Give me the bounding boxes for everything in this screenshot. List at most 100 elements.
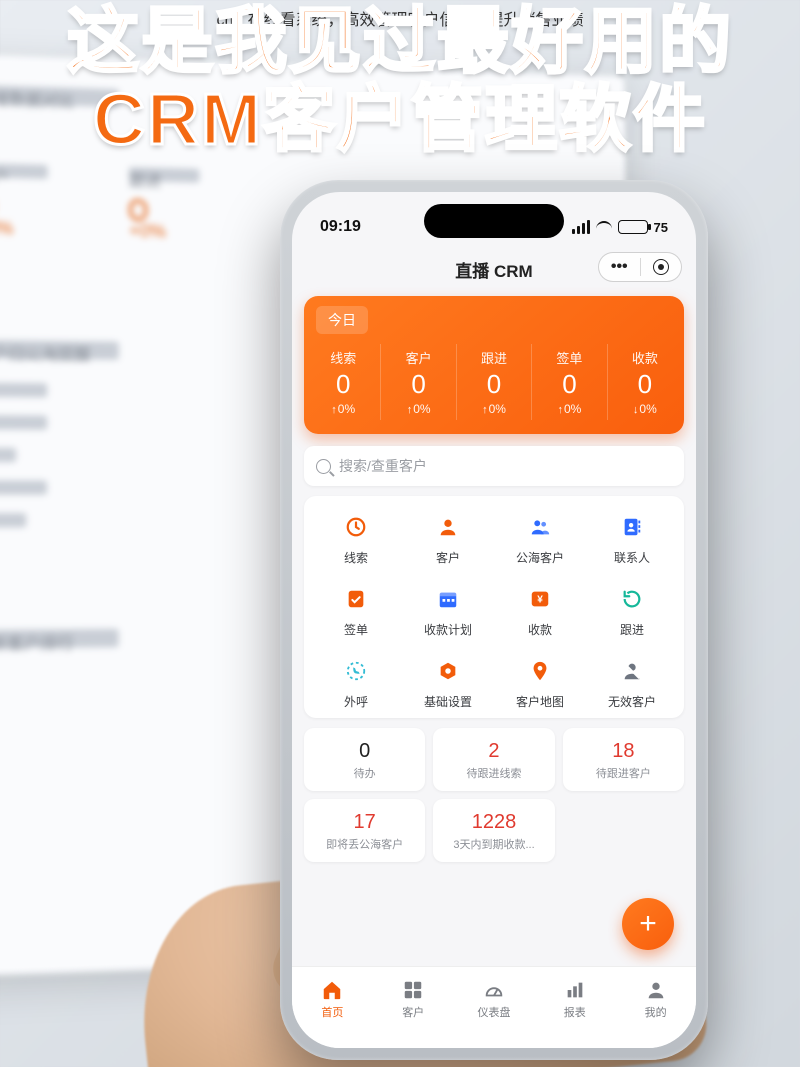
customer-icon — [431, 510, 465, 544]
stat-tile-3[interactable]: 17 即将丢公海客户 — [304, 799, 425, 862]
stat-tile-0[interactable]: 0 待办 — [304, 728, 425, 791]
tab-label: 首页 — [321, 1004, 343, 1020]
search-bar[interactable]: 搜索/查重客户 — [304, 446, 684, 486]
app-followup[interactable]: 跟进 — [586, 582, 678, 638]
capsule-menu-icon[interactable]: ••• — [599, 262, 640, 272]
app-label: 收款计划 — [402, 621, 494, 638]
signal-icon — [572, 220, 590, 234]
app-label: 外呼 — [310, 693, 402, 710]
summary-value: 0 — [306, 369, 380, 400]
dashboard-icon — [483, 979, 505, 1001]
summary-label: 客户 — [381, 348, 455, 367]
summary-col-2[interactable]: 跟进 0 ↑0% — [456, 344, 531, 420]
summary-col-0[interactable]: 线索 0 ↑0% — [306, 344, 380, 420]
fab-add-button[interactable]: + — [622, 898, 674, 950]
app-pool[interactable]: 公海客户 — [494, 510, 586, 566]
summary-label: 收款 — [608, 348, 682, 367]
today-summary-card: 今日 线索 0 ↑0%客户 0 ↑0%跟进 0 ↑0%签单 0 ↑0%收款 0 … — [304, 296, 684, 434]
capsule-close-icon[interactable] — [641, 259, 682, 275]
deal-icon — [339, 582, 373, 616]
summary-value: 0 — [381, 369, 455, 400]
tile-number: 1228 — [437, 811, 550, 834]
call-icon — [339, 654, 373, 688]
payment-plan-icon — [431, 582, 465, 616]
app-call[interactable]: 外呼 — [310, 654, 402, 710]
bottom-tab-bar: 首页 客户 仪表盘 报表 我的 — [292, 966, 696, 1048]
tile-caption: 待跟进线索 — [437, 765, 550, 781]
summary-label: 线索 — [306, 348, 380, 367]
plus-icon: + — [639, 907, 657, 941]
today-tab[interactable]: 今日 — [316, 306, 368, 334]
summary-value: 0 — [457, 369, 531, 400]
app-label: 客户 — [402, 549, 494, 566]
tab-me[interactable]: 我的 — [615, 967, 696, 1032]
app-label: 基础设置 — [402, 693, 494, 710]
miniprogram-capsule[interactable]: ••• — [598, 252, 682, 282]
dynamic-island — [424, 204, 564, 238]
tab-label: 客户 — [402, 1004, 424, 1020]
summary-col-1[interactable]: 客户 0 ↑0% — [380, 344, 455, 420]
map-icon — [523, 654, 557, 688]
app-invalid[interactable]: 无效客户 — [586, 654, 678, 710]
phone-screen: 09:19 75 直播 CRM ••• 今日 线索 0 ↑0%客户 0 ↑0%跟… — [292, 192, 696, 1048]
tab-customers[interactable]: 客户 — [373, 967, 454, 1032]
summary-pct: ↑0% — [306, 402, 380, 416]
app-label: 签单 — [310, 621, 402, 638]
payment-icon: ¥ — [523, 582, 557, 616]
app-grid: 线索 客户 公海客户 联系人 签单 收款计划¥ 收款 跟进 外呼 基础设置 客户… — [304, 496, 684, 718]
bg-section2: 客户归公海提醒 — [0, 340, 119, 360]
search-placeholder: 搜索/查重客户 — [339, 456, 427, 476]
tab-report[interactable]: 报表 — [534, 967, 615, 1032]
app-settings[interactable]: 基础设置 — [402, 654, 494, 710]
summary-label: 签单 — [532, 348, 606, 367]
app-map[interactable]: 客户地图 — [494, 654, 586, 710]
app-label: 线索 — [310, 549, 402, 566]
app-label: 公海客户 — [494, 549, 586, 566]
tile-number: 17 — [308, 811, 421, 834]
tab-dashboard[interactable]: 仪表盘 — [454, 967, 535, 1032]
miniprogram-header: 直播 CRM ••• — [292, 248, 696, 290]
app-payment-plan[interactable]: 收款计划 — [402, 582, 494, 638]
app-payment[interactable]: ¥ 收款 — [494, 582, 586, 638]
stat-tile-1[interactable]: 2 待跟进线索 — [433, 728, 554, 791]
app-deal[interactable]: 签单 — [310, 582, 402, 638]
tile-number: 0 — [308, 740, 421, 763]
stat-tile-4[interactable]: 1228 3天内到期收款... — [433, 799, 554, 862]
stat-tile-2[interactable]: 18 待跟进客户 — [563, 728, 684, 791]
app-label: 联系人 — [586, 549, 678, 566]
tab-label: 我的 — [645, 1004, 667, 1020]
bg-section3: 最新客户排行 — [0, 629, 119, 649]
battery-icon — [618, 220, 648, 234]
summary-pct: ↑0% — [532, 402, 606, 416]
status-time: 09:19 — [320, 218, 361, 236]
me-icon — [645, 979, 667, 1001]
tile-caption: 3天内到期收款... — [437, 836, 550, 852]
tab-label: 仪表盘 — [477, 1004, 510, 1020]
tab-label: 报表 — [564, 1004, 586, 1020]
summary-col-4[interactable]: 收款 0 ↓0% — [607, 344, 682, 420]
battery-text: 75 — [654, 220, 668, 235]
summary-col-3[interactable]: 签单 0 ↑0% — [531, 344, 606, 420]
contact-icon — [615, 510, 649, 544]
tile-caption: 即将丢公海客户 — [308, 836, 421, 852]
tile-number: 18 — [567, 740, 680, 763]
quick-stats: 0 待办2 待跟进线索18 待跟进客户17 即将丢公海客户1228 3天内到期收… — [304, 728, 684, 862]
tile-caption: 待跟进客户 — [567, 765, 680, 781]
tile-caption: 待办 — [308, 765, 421, 781]
wifi-icon — [596, 221, 612, 233]
tab-home[interactable]: 首页 — [292, 967, 373, 1032]
tile-number: 2 — [437, 740, 550, 763]
summary-pct: ↑0% — [381, 402, 455, 416]
summary-pct: ↑0% — [457, 402, 531, 416]
app-leads[interactable]: 线索 — [310, 510, 402, 566]
app-customer[interactable]: 客户 — [402, 510, 494, 566]
app-contact[interactable]: 联系人 — [586, 510, 678, 566]
pool-icon — [523, 510, 557, 544]
summary-value: 0 — [532, 369, 606, 400]
app-label: 客户地图 — [494, 693, 586, 710]
headline-overlay: 这是我见过最好用的 CRM客户管理软件 — [0, 4, 800, 160]
followup-icon — [615, 582, 649, 616]
app-label: 跟进 — [586, 621, 678, 638]
summary-pct: ↓0% — [608, 402, 682, 416]
settings-icon — [431, 654, 465, 688]
